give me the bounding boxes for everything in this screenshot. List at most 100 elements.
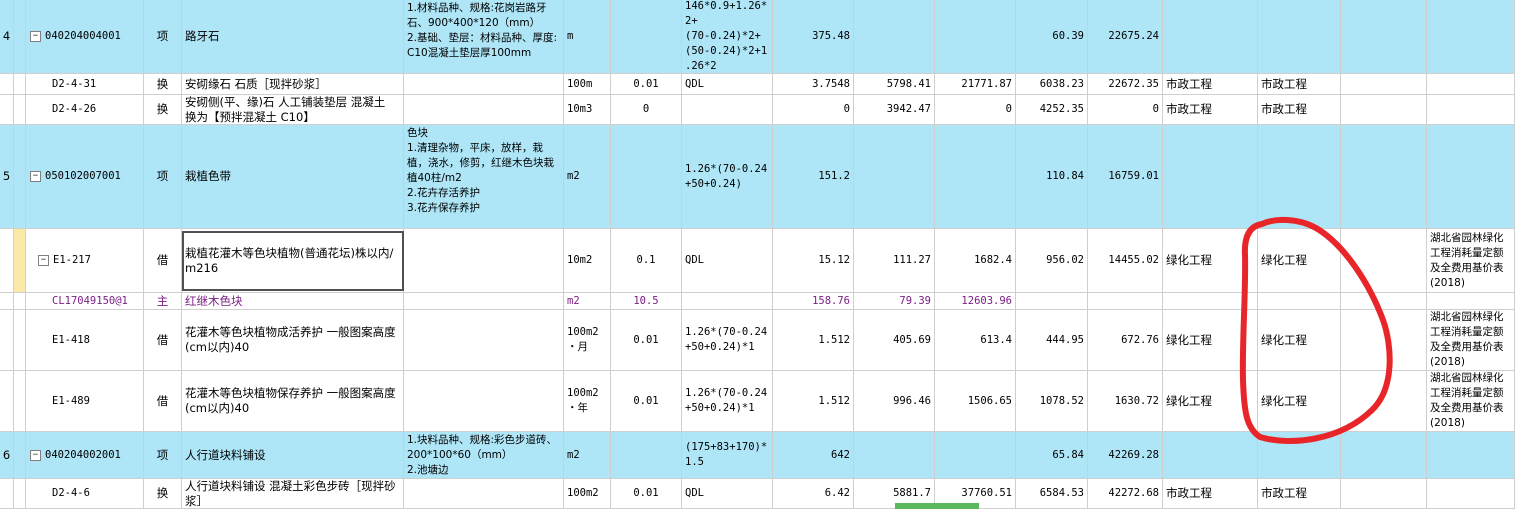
cell-unit-price[interactable]: 65.84 (1016, 432, 1088, 478)
cell-price1[interactable]: 111.27 (854, 229, 935, 292)
cell-name[interactable]: 红继木色块 (182, 293, 404, 309)
cell-name[interactable]: 花灌木等色块植物保存养护 一般图案高度(cm以内)40 (182, 371, 404, 431)
quota-row[interactable]: D2-4-26 换 安砌侧(平、缘)石 人工铺装垫层 混凝土 换为【预拌混凝土 C1… (0, 95, 1515, 125)
cell-total1[interactable] (935, 0, 1016, 73)
cell-cat1[interactable] (1163, 0, 1258, 73)
cell-total1[interactable] (935, 125, 1016, 228)
collapse-toggle-icon[interactable]: − (30, 171, 41, 182)
cell-cat1[interactable] (1163, 125, 1258, 228)
cell-name[interactable]: 人行道块料铺设 混凝土彩色步砖［现拌砂浆］ (182, 479, 404, 508)
cell-price1[interactable]: 405.69 (854, 310, 935, 370)
cell-formula[interactable]: 1.26*(70-0.24 +50+0.24) (682, 125, 773, 228)
cell-amount[interactable]: 16759.01 (1088, 125, 1163, 228)
cell-features[interactable] (404, 479, 564, 508)
cell-quota-lib[interactable] (1427, 74, 1515, 94)
cell-no[interactable] (0, 310, 14, 370)
cell-qty-coef[interactable]: 10.5 (611, 293, 682, 309)
cell-total1[interactable] (935, 432, 1016, 478)
cell-name[interactable]: 安砌侧(平、缘)石 人工铺装垫层 混凝土 换为【预拌混凝土 C10】 (182, 95, 404, 124)
cell-code[interactable]: E1-418 (26, 310, 144, 370)
cell-formula[interactable]: QDL (682, 229, 773, 292)
cell-name[interactable]: 花灌木等色块植物成活养护 一般图案高度(cm以内)40 (182, 310, 404, 370)
cell-unit-price[interactable]: 60.39 (1016, 0, 1088, 73)
cell-quota-lib[interactable] (1427, 293, 1515, 309)
cell-code[interactable]: D2-4-31 (26, 74, 144, 94)
cell-name[interactable]: 人行道块料铺设 (182, 432, 404, 478)
cell-features[interactable] (404, 310, 564, 370)
cell-cat2[interactable]: 绿化工程 (1258, 310, 1341, 370)
cell-quota-lib[interactable]: 湖北省园林绿化工程消耗量定额及全费用基价表(2018) (1427, 371, 1515, 431)
cell-quantity[interactable]: 151.2 (773, 125, 854, 228)
cell-features[interactable]: 色块 1.清理杂物，平床，放样，栽植，浇水，修剪，红继木色块栽植40柱/m2 2… (404, 125, 564, 228)
cell-cat2[interactable] (1258, 0, 1341, 73)
cell-price1[interactable] (854, 432, 935, 478)
collapse-toggle-icon[interactable]: − (30, 31, 41, 42)
cell-formula[interactable] (682, 293, 773, 309)
quota-row[interactable]: D2-4-31 换 安砌缘石 石质［现拌砂浆］ 100m 0.01 QDL 3.7548 57… (0, 74, 1515, 95)
quota-row[interactable]: E1-418 借 花灌木等色块植物成活养护 一般图案高度(cm以内)40 100m2 … (0, 310, 1515, 371)
cell-quota-lib[interactable]: 湖北省园林绿化工程消耗量定额及全费用基价表(2018) (1427, 229, 1515, 292)
cell-unit-price[interactable]: 110.84 (1016, 125, 1088, 228)
cell-unit[interactable]: m2 (564, 293, 611, 309)
cell-cat2[interactable]: 绿化工程 (1258, 371, 1341, 431)
cell-type[interactable]: 项 (144, 125, 182, 228)
cell-formula[interactable]: QDL (682, 479, 773, 508)
cell-type[interactable]: 换 (144, 74, 182, 94)
cell-code[interactable]: −040204004001 (26, 0, 144, 73)
cell-amount[interactable]: 0 (1088, 95, 1163, 124)
collapse-toggle-icon[interactable]: − (30, 449, 41, 461)
cell-type[interactable]: 主 (144, 293, 182, 309)
cell-unit[interactable]: m (564, 0, 611, 73)
cell-qty-coef[interactable]: 0 (611, 95, 682, 124)
cell-quota-lib[interactable] (1427, 95, 1515, 124)
cell-no[interactable] (0, 371, 14, 431)
cell-code[interactable]: − E1-217 (26, 229, 144, 292)
horizontal-scrollbar-thumb[interactable] (895, 503, 979, 509)
cell-amount[interactable]: 14455.02 (1088, 229, 1163, 292)
cell-qty-coef[interactable]: 0.01 (611, 74, 682, 94)
cell-quota-lib[interactable]: 湖北省园林绿化工程消耗量定额及全费用基价表(2018) (1427, 310, 1515, 370)
cell-qty-coef[interactable] (611, 0, 682, 73)
cell-total1[interactable]: 21771.87 (935, 74, 1016, 94)
cell-cat1[interactable]: 绿化工程 (1163, 371, 1258, 431)
cell-qty-coef[interactable]: 0.01 (611, 310, 682, 370)
cell-code[interactable]: −040204002001 (26, 432, 144, 478)
cell-cat1[interactable] (1163, 293, 1258, 309)
cell-total1[interactable]: 613.4 (935, 310, 1016, 370)
cell-name[interactable]: 栽植色带 (182, 125, 404, 228)
cell-unit[interactable]: 100m (564, 74, 611, 94)
cell-price1[interactable] (854, 125, 935, 228)
cell-price1[interactable]: 996.46 (854, 371, 935, 431)
cell-cat1[interactable]: 绿化工程 (1163, 310, 1258, 370)
bill-item-row[interactable]: 5 −050102007001 项 栽植色带 色块 1.清理杂物，平床，放样，栽植，浇水… (0, 125, 1515, 229)
cell-name[interactable]: 路牙石 (182, 0, 404, 73)
cell-qty-coef[interactable]: 0.1 (611, 229, 682, 292)
cell-code[interactable]: D2-4-26 (26, 95, 144, 124)
cell-unit[interactable]: m2 (564, 125, 611, 228)
cell-amount[interactable]: 22675.24 (1088, 0, 1163, 73)
cell-amount[interactable]: 22672.35 (1088, 74, 1163, 94)
cell-amount[interactable]: 672.76 (1088, 310, 1163, 370)
cell-total1[interactable]: 1682.4 (935, 229, 1016, 292)
cell-unit[interactable]: 100m2 ・月 (564, 310, 611, 370)
cell-features[interactable] (404, 95, 564, 124)
cell-name[interactable]: 安砌缘石 石质［现拌砂浆］ (182, 74, 404, 94)
cell-total1[interactable]: 12603.96 (935, 293, 1016, 309)
cell-cat2[interactable]: 市政工程 (1258, 95, 1341, 124)
cell-type[interactable]: 借 (144, 229, 182, 292)
cell-price1[interactable]: 3942.47 (854, 95, 935, 124)
cell-features[interactable] (404, 229, 564, 292)
cell-name[interactable]: 栽植花灌木等色块植物(普通花坛)株以内/m216 (182, 229, 404, 292)
cell-cat2[interactable] (1258, 125, 1341, 228)
cell-type[interactable]: 换 (144, 479, 182, 508)
quota-row[interactable]: E1-489 借 花灌木等色块植物保存养护 一般图案高度(cm以内)40 100m2 … (0, 371, 1515, 432)
cell-features[interactable]: 1.块料品种、规格:彩色步道砖、200*100*60（mm） 2.池塘边 (404, 432, 564, 478)
cell-qty-coef[interactable]: 0.01 (611, 479, 682, 508)
cell-total1[interactable]: 1506.65 (935, 371, 1016, 431)
cell-unit[interactable]: 10m2 (564, 229, 611, 292)
cell-amount[interactable]: 42272.68 (1088, 479, 1163, 508)
cell-unit-price[interactable] (1016, 293, 1088, 309)
cell-no[interactable] (0, 479, 14, 508)
cell-features[interactable] (404, 74, 564, 94)
cell-no[interactable]: 5 (0, 125, 14, 228)
